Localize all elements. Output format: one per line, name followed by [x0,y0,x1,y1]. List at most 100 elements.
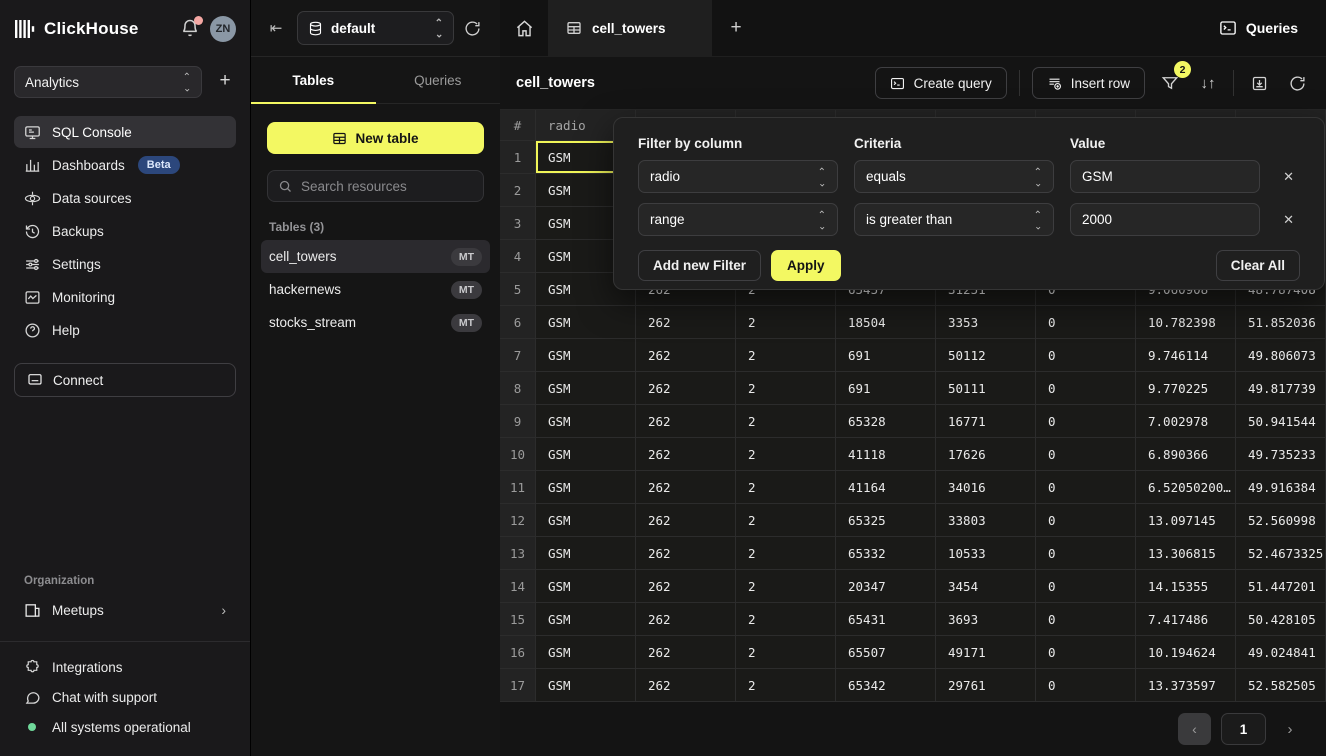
table-cell[interactable]: 691 [836,339,936,372]
table-cell[interactable]: 0 [1036,570,1136,603]
table-cell[interactable]: 52.560998 [1236,504,1326,537]
table-cell[interactable]: 51.852036 [1236,306,1326,339]
explorer-tab-tables[interactable]: Tables [251,57,376,103]
home-button[interactable] [500,0,548,56]
table-cell[interactable]: 2 [736,537,836,570]
table-cell[interactable]: 0 [1036,339,1136,372]
table-cell[interactable]: 0 [1036,603,1136,636]
new-tab-button[interactable]: + [712,0,760,56]
table-cell[interactable]: 17626 [936,438,1036,471]
page-number-input[interactable]: 1 [1221,713,1266,745]
table-cell[interactable]: 262 [636,504,736,537]
table-cell[interactable]: 13.306815 [1136,537,1236,570]
table-cell[interactable]: 65328 [836,405,936,438]
next-page-button[interactable]: › [1276,713,1304,745]
table-cell[interactable]: 262 [636,669,736,702]
queries-button[interactable]: Queries [1219,19,1298,37]
table-cell[interactable]: 262 [636,537,736,570]
table-cell[interactable]: 0 [1036,306,1136,339]
table-cell[interactable]: 49171 [936,636,1036,669]
table-cell[interactable]: 18504 [836,306,936,339]
table-cell[interactable]: 0 [1036,669,1136,702]
table-cell[interactable]: 10.782398 [1136,306,1236,339]
table-cell[interactable]: GSM [536,636,636,669]
table-cell[interactable]: 49.024841 [1236,636,1326,669]
table-cell[interactable]: GSM [536,537,636,570]
table-cell[interactable]: 52.582505 [1236,669,1326,702]
clear-all-filters-button[interactable]: Clear All [1216,250,1300,281]
table-cell[interactable]: 262 [636,306,736,339]
table-cell[interactable]: 262 [636,570,736,603]
filter-criteria-select[interactable]: is greater than⌃⌃ [854,203,1054,236]
table-cell[interactable]: 0 [1036,372,1136,405]
table-cell[interactable]: 0 [1036,504,1136,537]
table-cell[interactable]: 262 [636,405,736,438]
table-cell[interactable]: 10533 [936,537,1036,570]
table-cell[interactable]: 2 [736,471,836,504]
table-cell[interactable]: 2 [736,504,836,537]
table-cell[interactable]: 20347 [836,570,936,603]
sidebar-item-settings[interactable]: Settings [14,248,236,280]
table-cell[interactable]: 2 [736,636,836,669]
table-cell[interactable]: 262 [636,471,736,504]
table-list-item-stocks_stream[interactable]: stocks_streamMT [261,306,490,339]
table-cell[interactable]: 3353 [936,306,1036,339]
table-cell[interactable]: 14.15355 [1136,570,1236,603]
table-cell[interactable]: 2 [736,339,836,372]
connect-button[interactable]: Connect [14,363,236,397]
table-cell[interactable]: 50112 [936,339,1036,372]
table-cell[interactable]: 262 [636,636,736,669]
sidebar-item-sql-console[interactable]: SQL Console [14,116,236,148]
table-cell[interactable]: GSM [536,438,636,471]
table-cell[interactable]: 0 [1036,471,1136,504]
column-header[interactable]: # [500,110,536,141]
table-cell[interactable]: GSM [536,603,636,636]
notifications-bell-icon[interactable] [180,18,202,40]
tab-cell-towers[interactable]: cell_towers [548,0,712,56]
sidebar-item-chat-with-support[interactable]: Chat with support [0,682,250,712]
apply-filter-button[interactable]: Apply [771,250,841,281]
sidebar-item-integrations[interactable]: Integrations [0,652,250,682]
table-cell[interactable]: 2 [736,570,836,603]
refresh-database-icon[interactable] [464,20,486,37]
table-cell[interactable]: 0 [1036,438,1136,471]
table-cell[interactable]: GSM [536,405,636,438]
table-cell[interactable]: 2 [736,603,836,636]
table-cell[interactable]: 9.770225 [1136,372,1236,405]
table-cell[interactable]: 33803 [936,504,1036,537]
download-button[interactable] [1246,70,1272,96]
table-cell[interactable]: 2 [736,405,836,438]
collapse-panel-icon[interactable]: ⇤ [265,19,287,37]
table-cell[interactable]: GSM [536,372,636,405]
table-cell[interactable]: 6.52050200… [1136,471,1236,504]
table-cell[interactable]: 13.097145 [1136,504,1236,537]
table-cell[interactable]: 2 [736,669,836,702]
table-list-item-cell_towers[interactable]: cell_towersMT [261,240,490,273]
table-cell[interactable]: 6.890366 [1136,438,1236,471]
table-cell[interactable]: 7.002978 [1136,405,1236,438]
table-cell[interactable]: 49.735233 [1236,438,1326,471]
table-cell[interactable]: GSM [536,339,636,372]
table-cell[interactable]: GSM [536,669,636,702]
sidebar-item-all-systems-operational[interactable]: All systems operational [0,712,250,742]
table-cell[interactable]: 65325 [836,504,936,537]
filter-criteria-select[interactable]: equals⌃⌃ [854,160,1054,193]
table-cell[interactable]: 262 [636,438,736,471]
table-cell[interactable]: GSM [536,504,636,537]
filter-value-input[interactable] [1070,160,1260,193]
filter-column-select[interactable]: range⌃⌃ [638,203,838,236]
database-select[interactable]: default ⌃⌃ [297,11,454,45]
table-cell[interactable]: 2 [736,438,836,471]
table-cell[interactable]: 49.806073 [1236,339,1326,372]
table-list-item-hackernews[interactable]: hackernewsMT [261,273,490,306]
new-table-button[interactable]: New table [267,122,484,154]
table-cell[interactable]: 2 [736,306,836,339]
filter-column-select[interactable]: radio⌃⌃ [638,160,838,193]
sidebar-item-help[interactable]: Help [14,314,236,346]
sidebar-item-monitoring[interactable]: Monitoring [14,281,236,313]
table-cell[interactable]: 10.194624 [1136,636,1236,669]
table-cell[interactable]: 50111 [936,372,1036,405]
insert-row-button[interactable]: Insert row [1032,67,1145,99]
table-cell[interactable]: 3454 [936,570,1036,603]
table-cell[interactable]: 52.4673325 [1236,537,1326,570]
